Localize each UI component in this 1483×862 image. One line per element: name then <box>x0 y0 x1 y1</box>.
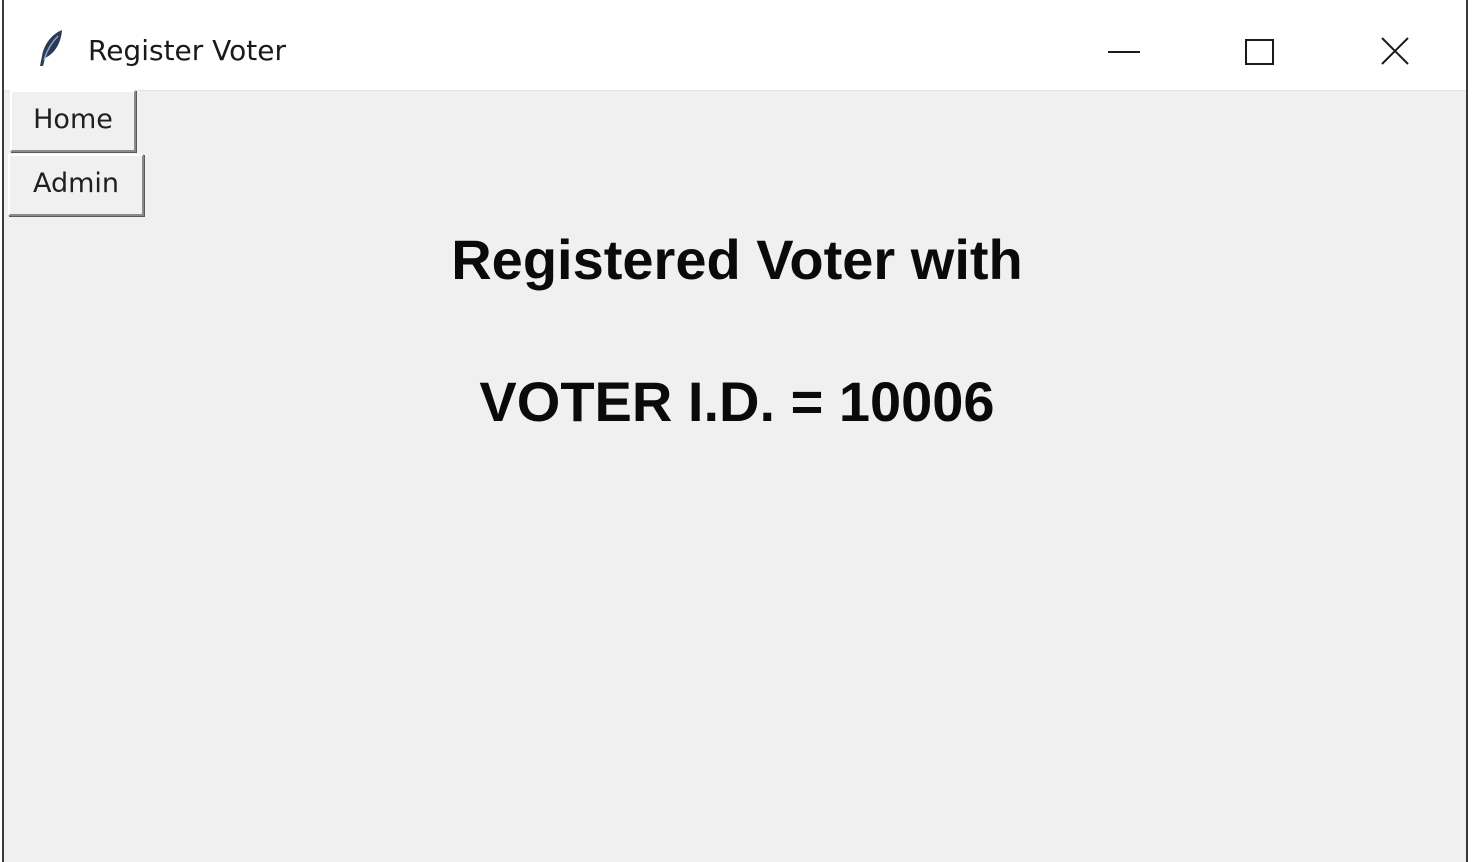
minimize-icon <box>1108 51 1140 53</box>
feather-icon <box>34 28 68 70</box>
close-icon <box>1381 37 1409 65</box>
maximize-button[interactable] <box>1226 12 1294 80</box>
minimize-button[interactable] <box>1090 12 1158 80</box>
home-button[interactable]: Home <box>10 90 136 152</box>
admin-button[interactable]: Admin <box>8 154 144 216</box>
registration-message: Registered Voter with <box>451 228 1023 291</box>
window-title: Register Voter <box>88 34 287 67</box>
title-bar[interactable]: Register Voter <box>4 0 1466 91</box>
voter-id-label: VOTER I.D. = 10006 <box>479 370 995 433</box>
maximize-icon <box>1245 39 1274 65</box>
app-window: Register Voter Home Admin Registered Vot… <box>2 0 1468 862</box>
close-button[interactable] <box>1362 12 1430 80</box>
